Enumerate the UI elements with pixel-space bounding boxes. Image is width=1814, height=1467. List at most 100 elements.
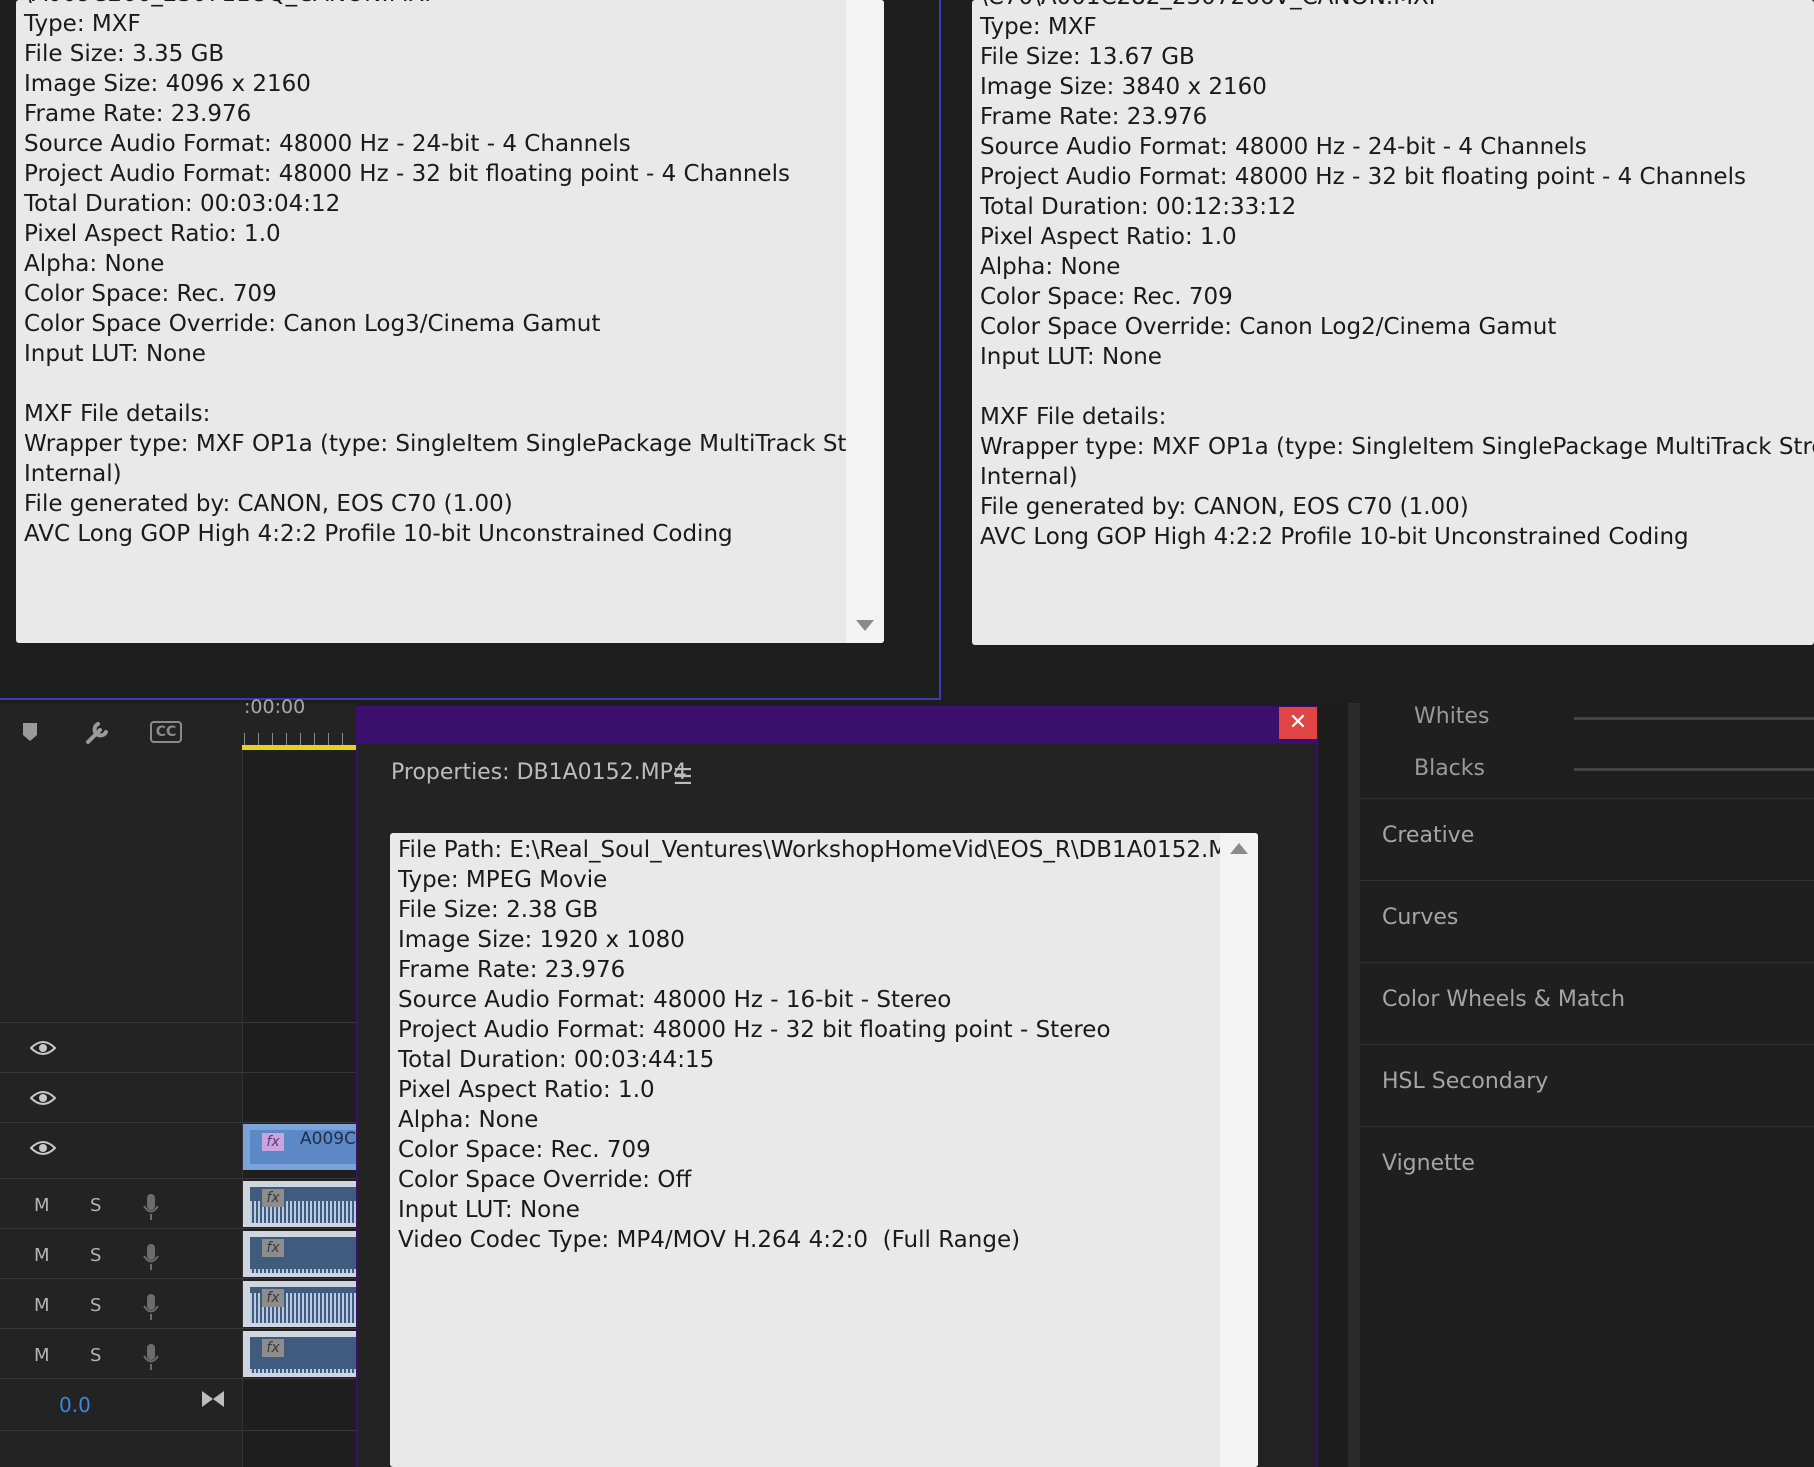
property-line: File Size: 2.38 GB (398, 897, 599, 923)
microphone-icon[interactable] (143, 1243, 159, 1275)
whites-slider[interactable] (1574, 717, 1814, 720)
property-line: Project Audio Format: 48000 Hz - 32 bit … (24, 161, 790, 187)
blacks-slider[interactable] (1574, 768, 1814, 771)
property-line: Type: MPEG Movie (398, 867, 608, 893)
property-line (24, 369, 884, 399)
mute-button[interactable]: M (34, 1245, 50, 1266)
bowtie-icon[interactable] (200, 1388, 226, 1410)
audio-clip[interactable]: fx (243, 1331, 356, 1377)
property-line: Video Codec Type: MP4/MOV H.264 4:2:0 (F… (398, 1227, 1021, 1253)
property-line: Source Audio Format: 48000 Hz - 24-bit -… (980, 134, 1587, 160)
master-volume-value[interactable]: 0.0 (59, 1393, 91, 1417)
eye-icon[interactable] (29, 1140, 57, 1160)
property-line: Alpha: None (24, 251, 165, 277)
property-line: AVC Long GOP High 4:2:2 Profile 10-bit U… (980, 524, 1689, 550)
property-line: Source Audio Format: 48000 Hz - 16-bit -… (398, 987, 952, 1013)
section-label: Curves (1382, 905, 1459, 930)
ruler-timecode: :00:00 (244, 696, 306, 718)
property-line: \C70\A001C282_2307266V_CANON.MXF (980, 0, 1814, 12)
dialog-title: Properties: DB1A0152.MP4 (391, 760, 687, 785)
property-line: Alpha: None (980, 254, 1121, 280)
property-line: Color Space: Rec. 709 (398, 1137, 651, 1163)
property-line: Color Space: Rec. 709 (980, 284, 1233, 310)
property-line: Color Space: Rec. 709 (24, 281, 277, 307)
marker-icon[interactable] (14, 718, 46, 746)
panel-menu-icon[interactable]: ☰ (673, 765, 693, 790)
track-divider (0, 1378, 356, 1379)
track-divider (0, 1072, 356, 1073)
property-line: Color Space Override: Canon Log3/Cinema … (24, 311, 601, 337)
section-curves[interactable]: Curves (1360, 880, 1814, 961)
mute-button[interactable]: M (34, 1295, 50, 1316)
property-line: Pixel Aspect Ratio: 1.0 (398, 1077, 655, 1103)
property-line: Input LUT: None (24, 341, 206, 367)
fx-badge: fx (262, 1339, 284, 1357)
dialog-titlebar[interactable] (356, 706, 1318, 744)
scroll-up-arrow-icon[interactable] (1230, 843, 1248, 854)
captions-icon[interactable]: CC (150, 718, 182, 746)
ruler-ticks (244, 733, 354, 745)
solo-button[interactable]: S (90, 1295, 101, 1316)
audio-clip[interactable]: fx (243, 1231, 356, 1277)
property-line (980, 372, 1814, 402)
property-line: Pixel Aspect Ratio: 1.0 (980, 224, 1237, 250)
microphone-icon[interactable] (143, 1193, 159, 1225)
microphone-icon[interactable] (143, 1343, 159, 1375)
properties-text[interactable]: File Path: E:\Real_Soul_Ventures\Worksho… (390, 833, 1258, 1467)
mute-button[interactable]: M (34, 1345, 50, 1366)
panel-divider[interactable] (1348, 703, 1360, 1467)
property-line: Wrapper type: MXF OP1a (type: SingleItem… (24, 431, 884, 457)
clip-name: A009C (300, 1129, 356, 1149)
section-label: Creative (1382, 823, 1475, 848)
mute-button[interactable]: M (34, 1195, 50, 1216)
solo-button[interactable]: S (90, 1345, 101, 1366)
close-button[interactable]: ✕ (1279, 707, 1317, 739)
property-line: File generated by: CANON, EOS C70 (1.00) (980, 494, 1469, 520)
fx-badge: fx (262, 1289, 284, 1307)
audio-clip[interactable]: fx (243, 1281, 356, 1327)
solo-button[interactable]: S (90, 1245, 101, 1266)
property-line: Alpha: None (398, 1107, 539, 1133)
track-divider (0, 1328, 356, 1329)
track-divider (0, 1122, 356, 1123)
property-line: Type: MXF (980, 14, 1097, 40)
property-line: Color Space Override: Off (398, 1167, 692, 1193)
property-line: Total Duration: 00:03:44:15 (398, 1047, 715, 1073)
property-line: Input LUT: None (398, 1197, 580, 1223)
track-divider (0, 1278, 356, 1279)
solo-button[interactable]: S (90, 1195, 101, 1216)
track-divider (0, 1228, 356, 1229)
property-line: Wrapper type: MXF OP1a (type: SingleItem… (980, 434, 1814, 460)
track-divider (0, 1178, 356, 1179)
scroll-down-arrow-icon[interactable] (856, 620, 874, 631)
property-line: File Size: 3.35 GB (24, 41, 225, 67)
property-line: Image Size: 1920 x 1080 (398, 927, 685, 953)
property-line: File Path: E:\Real_Soul_Ventures\Worksho… (398, 837, 1257, 863)
scrollbar[interactable] (1220, 833, 1258, 1467)
audio-clip[interactable]: fx (243, 1181, 356, 1227)
wrench-icon[interactable] (82, 718, 114, 746)
property-line: MXF File details: (980, 404, 1167, 430)
property-line: \A009C266_230711UQ_CANON.MXF (24, 0, 884, 9)
property-line: Internal) (980, 464, 1078, 490)
section-creative[interactable]: Creative (1360, 798, 1814, 879)
eye-icon[interactable] (29, 1040, 57, 1060)
section-vignette[interactable]: Vignette (1360, 1126, 1814, 1207)
scrollbar[interactable] (846, 0, 884, 643)
property-line: File generated by: CANON, EOS C70 (1.00) (24, 491, 513, 517)
property-line: Pixel Aspect Ratio: 1.0 (24, 221, 281, 247)
microphone-icon[interactable] (143, 1293, 159, 1325)
section-label: HSL Secondary (1382, 1069, 1549, 1094)
section-label: Color Wheels & Match (1382, 987, 1626, 1012)
section-color-wheels[interactable]: Color Wheels & Match (1360, 962, 1814, 1043)
fx-badge: fx (262, 1133, 284, 1151)
eye-icon[interactable] (29, 1090, 57, 1110)
section-hsl-secondary[interactable]: HSL Secondary (1360, 1044, 1814, 1125)
property-line: Internal) (24, 461, 122, 487)
property-line: Color Space Override: Canon Log2/Cinema … (980, 314, 1557, 340)
blacks-label: Blacks (1414, 756, 1485, 781)
top-right-properties-text[interactable]: \C70\A001C282_2307266V_CANON.MXF Type: M… (972, 0, 1814, 645)
property-line: Total Duration: 00:03:04:12 (24, 191, 341, 217)
property-line: Frame Rate: 23.976 (980, 104, 1208, 130)
top-left-properties-text[interactable]: \A009C266_230711UQ_CANON.MXF Type: MXF F… (16, 0, 884, 643)
